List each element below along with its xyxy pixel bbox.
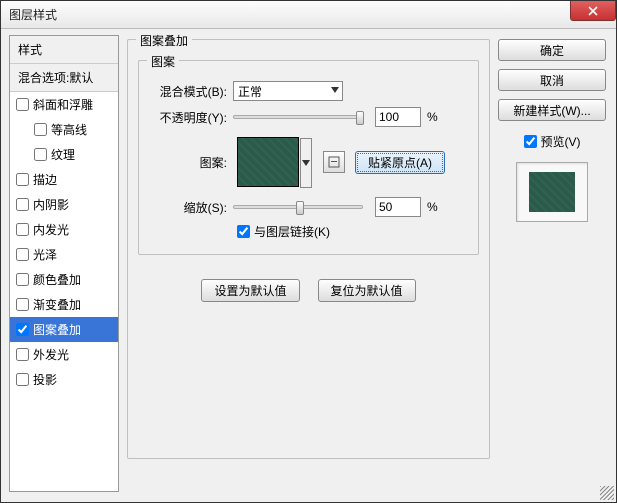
style-list: 斜面和浮雕等高线纹理描边内阴影内发光光泽颜色叠加渐变叠加图案叠加外发光投影 bbox=[10, 92, 118, 392]
reset-default-button[interactable]: 复位为默认值 bbox=[318, 279, 416, 302]
style-item-label: 颜色叠加 bbox=[33, 271, 81, 288]
blend-mode-value: 正常 bbox=[238, 83, 262, 100]
style-item[interactable]: 等高线 bbox=[10, 117, 118, 142]
pattern-dropdown[interactable] bbox=[300, 138, 312, 188]
scale-slider[interactable] bbox=[233, 205, 363, 209]
style-checkbox[interactable] bbox=[16, 248, 29, 261]
resize-grip[interactable] bbox=[600, 486, 614, 500]
styles-panel: 样式 混合选项:默认 斜面和浮雕等高线纹理描边内阴影内发光光泽颜色叠加渐变叠加图… bbox=[9, 35, 119, 492]
style-item[interactable]: 斜面和浮雕 bbox=[10, 92, 118, 117]
opacity-input[interactable] bbox=[375, 107, 421, 127]
dialog-body: 样式 混合选项:默认 斜面和浮雕等高线纹理描边内阴影内发光光泽颜色叠加渐变叠加图… bbox=[1, 29, 616, 502]
cancel-button[interactable]: 取消 bbox=[498, 69, 606, 91]
style-item[interactable]: 内发光 bbox=[10, 217, 118, 242]
style-item-label: 纹理 bbox=[51, 146, 75, 163]
style-checkbox[interactable] bbox=[16, 273, 29, 286]
preview-label: 预览(V) bbox=[541, 133, 581, 150]
snap-origin-button[interactable]: 贴紧原点(A) bbox=[355, 151, 445, 174]
blend-options-default[interactable]: 混合选项:默认 bbox=[10, 64, 118, 92]
new-preset-icon bbox=[328, 156, 340, 168]
window-title: 图层样式 bbox=[9, 6, 57, 23]
style-checkbox[interactable] bbox=[16, 323, 29, 336]
style-item-label: 等高线 bbox=[51, 121, 87, 138]
preview-row: 预览(V) bbox=[498, 133, 606, 150]
style-item[interactable]: 投影 bbox=[10, 367, 118, 392]
chevron-down-icon bbox=[331, 87, 339, 93]
link-row: 与图层链接(K) bbox=[237, 223, 468, 240]
styles-header[interactable]: 样式 bbox=[10, 36, 118, 64]
style-item-label: 内发光 bbox=[33, 221, 69, 238]
blend-mode-select[interactable]: 正常 bbox=[233, 81, 343, 101]
style-item-label: 渐变叠加 bbox=[33, 296, 81, 313]
style-item[interactable]: 图案叠加 bbox=[10, 317, 118, 342]
preview-box bbox=[516, 162, 588, 222]
slider-thumb[interactable] bbox=[356, 111, 364, 125]
style-checkbox[interactable] bbox=[16, 298, 29, 311]
style-item-label: 斜面和浮雕 bbox=[33, 96, 93, 113]
link-with-layer-checkbox[interactable] bbox=[237, 225, 250, 238]
settings-panel: 图案叠加 图案 混合模式(B): 正常 不透明度(Y): bbox=[127, 35, 490, 492]
default-buttons-row: 设置为默认值 复位为默认值 bbox=[138, 279, 479, 302]
style-item[interactable]: 内阴影 bbox=[10, 192, 118, 217]
pattern-picker[interactable] bbox=[237, 137, 299, 187]
style-item[interactable]: 描边 bbox=[10, 167, 118, 192]
link-with-layer-label: 与图层链接(K) bbox=[254, 223, 330, 240]
opacity-slider[interactable] bbox=[233, 115, 363, 119]
blend-mode-row: 混合模式(B): 正常 bbox=[149, 81, 468, 101]
style-checkbox[interactable] bbox=[16, 223, 29, 236]
style-item-label: 图案叠加 bbox=[33, 321, 81, 338]
set-default-button[interactable]: 设置为默认值 bbox=[201, 279, 299, 302]
style-item[interactable]: 渐变叠加 bbox=[10, 292, 118, 317]
style-checkbox[interactable] bbox=[16, 373, 29, 386]
style-item[interactable]: 光泽 bbox=[10, 242, 118, 267]
style-item[interactable]: 颜色叠加 bbox=[10, 267, 118, 292]
style-item-label: 投影 bbox=[33, 371, 57, 388]
percent-label: % bbox=[427, 110, 438, 124]
new-preset-button[interactable] bbox=[323, 151, 345, 173]
close-button[interactable] bbox=[570, 1, 616, 21]
style-checkbox[interactable] bbox=[16, 98, 29, 111]
pattern-overlay-group: 图案叠加 图案 混合模式(B): 正常 不透明度(Y): bbox=[127, 39, 490, 459]
titlebar[interactable]: 图层样式 bbox=[1, 1, 616, 29]
opacity-row: 不透明度(Y): % bbox=[149, 107, 468, 127]
style-item-label: 描边 bbox=[33, 171, 57, 188]
style-item-label: 内阴影 bbox=[33, 196, 69, 213]
opacity-label: 不透明度(Y): bbox=[149, 109, 227, 126]
slider-thumb[interactable] bbox=[296, 201, 304, 215]
style-item[interactable]: 外发光 bbox=[10, 342, 118, 367]
action-panel: 确定 取消 新建样式(W)... 预览(V) bbox=[498, 35, 606, 492]
chevron-down-icon bbox=[302, 160, 310, 166]
style-checkbox[interactable] bbox=[16, 348, 29, 361]
preview-swatch bbox=[529, 172, 575, 212]
style-checkbox[interactable] bbox=[34, 148, 47, 161]
style-checkbox[interactable] bbox=[16, 173, 29, 186]
inner-title: 图案 bbox=[147, 53, 179, 70]
style-checkbox[interactable] bbox=[34, 123, 47, 136]
close-icon bbox=[588, 6, 598, 16]
style-checkbox[interactable] bbox=[16, 198, 29, 211]
pattern-label: 图案: bbox=[149, 154, 227, 171]
percent-label: % bbox=[427, 200, 438, 214]
group-title: 图案叠加 bbox=[136, 32, 192, 49]
layer-style-dialog: 图层样式 样式 混合选项:默认 斜面和浮雕等高线纹理描边内阴影内发光光泽颜色叠加… bbox=[0, 0, 617, 503]
style-item-label: 外发光 bbox=[33, 346, 69, 363]
ok-button[interactable]: 确定 bbox=[498, 39, 606, 61]
style-item-label: 光泽 bbox=[33, 246, 57, 263]
preview-checkbox[interactable] bbox=[524, 135, 537, 148]
scale-label: 缩放(S): bbox=[149, 199, 227, 216]
style-item[interactable]: 纹理 bbox=[10, 142, 118, 167]
scale-row: 缩放(S): % bbox=[149, 197, 468, 217]
scale-input[interactable] bbox=[375, 197, 421, 217]
pattern-inner-group: 图案 混合模式(B): 正常 不透明度(Y): % bbox=[138, 60, 479, 255]
pattern-row: 图案: 贴紧原点(A) bbox=[149, 137, 468, 187]
blend-mode-label: 混合模式(B): bbox=[149, 83, 227, 100]
new-style-button[interactable]: 新建样式(W)... bbox=[498, 99, 606, 121]
